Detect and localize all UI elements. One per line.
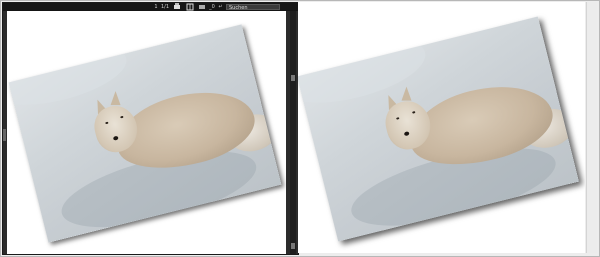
page-count: 1/1 (161, 4, 170, 10)
preview-photo (298, 16, 579, 242)
editor-window: 1 1/1 _0 ↵ Suchen (2, 2, 299, 255)
grid-icon[interactable] (186, 3, 194, 11)
vertical-scrollbar[interactable] (290, 11, 296, 254)
scroll-knob-bottom[interactable] (291, 243, 295, 249)
editor-photo[interactable] (8, 24, 282, 243)
right-scroll-strip[interactable] (586, 2, 597, 253)
dog-ear-right (110, 91, 121, 106)
print-icon[interactable] (173, 3, 181, 11)
view-icon[interactable] (198, 3, 206, 11)
dog-ear-right (401, 86, 412, 101)
search-field[interactable]: Suchen (226, 4, 280, 11)
return-icon[interactable]: ↵ (217, 3, 224, 11)
scroll-knob-top[interactable] (291, 75, 295, 81)
editor-toolbar: 1 1/1 _0 ↵ Suchen (3, 3, 298, 11)
zoom-level: _0 (209, 4, 215, 10)
editor-canvas[interactable] (7, 11, 286, 254)
left-edge-handle[interactable] (3, 129, 6, 141)
page-number: 1 (154, 4, 158, 10)
preview-area (298, 2, 585, 253)
